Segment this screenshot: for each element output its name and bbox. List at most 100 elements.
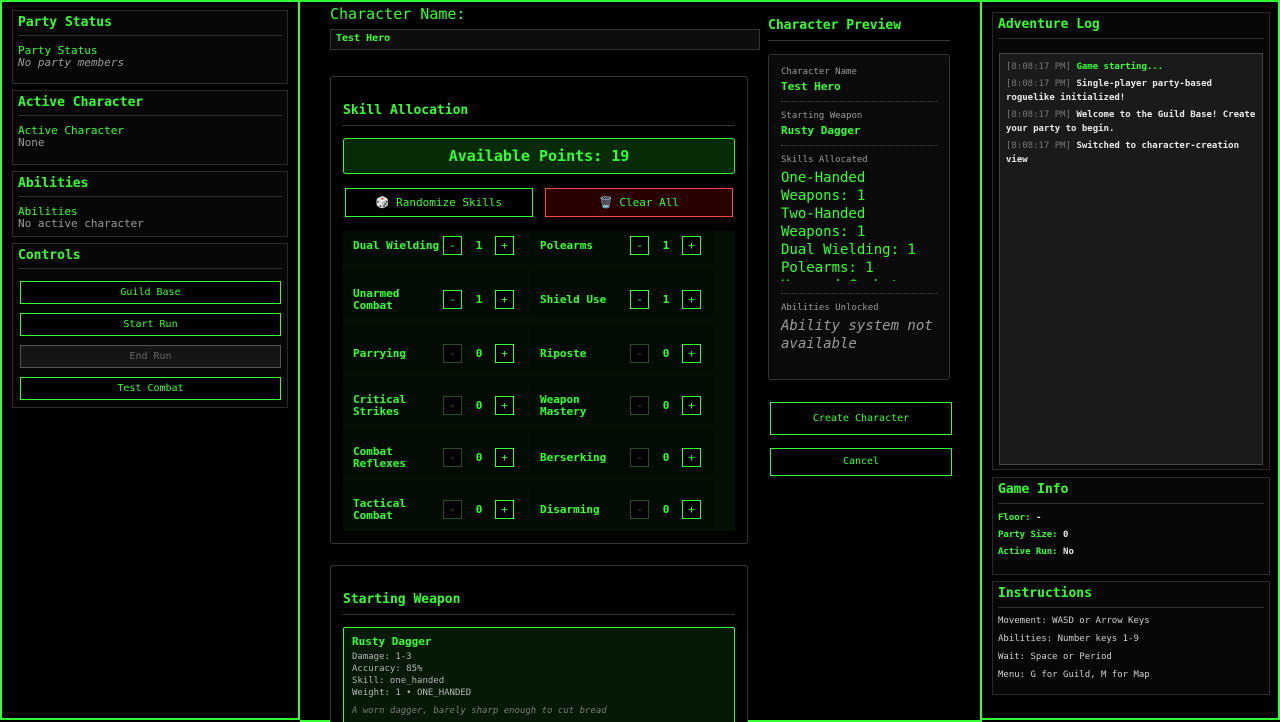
adventure-log-title: Adventure Log [998,17,1264,39]
weapon-card[interactable]: Rusty Dagger Damage: 1-3 Accuracy: 85% S… [343,627,735,722]
skill-value: 0 [662,503,670,516]
preview-name-label: Character Name [781,67,857,77]
skill-decrement-button[interactable]: - [630,500,649,519]
divider [781,101,937,102]
log-entry: [8:08:17 PM] Game starting... [1006,60,1256,74]
skill-decrement-button[interactable]: - [443,500,462,519]
skill-decrement-button[interactable]: - [630,344,649,363]
skill-decrement-button[interactable]: - [630,236,649,255]
divider [343,614,735,615]
active-character-value: None [18,136,45,149]
skill-decrement-button[interactable]: - [443,290,462,309]
divider [768,40,950,41]
skill-value: 0 [662,347,670,360]
instruction-abilities: Abilities: Number keys 1-9 [998,634,1139,644]
skill-row: Dual Wielding -1 + [343,231,527,263]
party-size-label: Party Size: [998,530,1058,540]
skill-row: Berserking -0 + [530,429,714,475]
log-message: Game starting... [1076,62,1164,72]
skill-name: Dual Wielding [353,239,440,252]
end-run-button[interactable]: End Run [20,345,281,368]
skill-value: 0 [662,399,670,412]
game-info-box: Game Info Floor: - Party Size: 0 Active … [992,477,1270,575]
preview-skill-item: Two-Handed Weapons: 1 [781,206,866,240]
weapon-name: Rusty Dagger [352,635,432,648]
create-character-button[interactable]: Create Character [770,402,952,435]
skill-decrement-button[interactable]: - [630,448,649,467]
skill-decrement-button[interactable]: - [443,448,462,467]
character-name-input[interactable]: Test Hero [330,29,760,50]
preview-name-value: Test Hero [781,80,841,93]
skill-value: 0 [475,399,483,412]
skill-increment-button[interactable]: + [682,290,701,309]
skill-row: Tactical Combat -0 + [343,481,527,527]
skill-value: 1 [475,239,483,252]
character-preview-title: Character Preview [768,18,902,33]
preview-abilities-value: Ability system not available [781,318,933,352]
skill-value: 1 [662,239,670,252]
skill-name: Tactical Combat [353,497,406,522]
preview-skill-item: Polearms: 1 [781,260,874,276]
skill-decrement-button[interactable]: - [630,396,649,415]
preview-abilities-label: Abilities Unlocked [781,303,879,313]
skill-value: 0 [475,503,483,516]
log-timestamp: [8:08:17 PM] [1006,141,1072,151]
skill-increment-button[interactable]: + [682,344,701,363]
instructions-title: Instructions [998,586,1264,608]
randomize-skills-button[interactable]: 🎲 Randomize Skills [345,188,533,217]
skill-increment-button[interactable]: + [495,500,514,519]
abilities-box: Abilities Abilities No active character [12,171,288,237]
clear-all-button[interactable]: 🗑️ Clear All [545,188,733,217]
skill-value: 1 [662,293,670,306]
skill-increment-button[interactable]: + [495,448,514,467]
weapon-damage: Damage: 1-3 [352,652,412,662]
character-preview-box: Character Name Test Hero Starting Weapon… [768,54,950,380]
test-combat-button[interactable]: Test Combat [20,377,281,400]
guild-base-button[interactable]: Guild Base [20,281,281,304]
skill-name: Weapon Mastery [540,393,587,418]
weapon-skill: Skill: one_handed [352,676,445,686]
skill-increment-button[interactable]: + [495,396,514,415]
skill-increment-button[interactable]: + [682,500,701,519]
active-character-label: Active Character [18,124,124,137]
log-entry: [8:08:17 PM] Single-player party-based r… [1006,77,1256,105]
start-run-button[interactable]: Start Run [20,313,281,336]
divider [781,293,937,294]
preview-skill-item: One-Handed Weapons: 1 [781,170,866,204]
skill-increment-button[interactable]: + [682,396,701,415]
skill-decrement-button[interactable]: - [443,344,462,363]
divider [343,125,735,126]
party-size-value: 0 [1063,530,1069,540]
skill-increment-button[interactable]: + [495,236,514,255]
party-size-info: Party Size: 0 [998,530,1264,540]
skill-name: Berserking [540,451,607,464]
game-info-title: Game Info [998,482,1264,504]
log-timestamp: [8:08:17 PM] [1006,62,1072,72]
skill-decrement-button[interactable]: - [630,290,649,309]
log-timestamp: [8:08:17 PM] [1006,79,1072,89]
adventure-log-area[interactable]: [8:08:17 PM] Game starting... [8:08:17 PM… [999,53,1263,465]
skill-increment-button[interactable]: + [682,448,701,467]
skill-increment-button[interactable]: + [682,236,701,255]
left-sidebar: Party Status Party Status No party membe… [0,0,300,720]
skill-grid: Dual Wielding -1 + Polearms -1 + Unarmed Comba… [343,231,735,531]
instruction-movement: Movement: WASD or Arrow Keys [998,616,1150,626]
skill-name: Shield Use [540,293,607,306]
skill-value: 1 [475,293,483,306]
skill-increment-button[interactable]: + [495,290,514,309]
skill-increment-button[interactable]: + [495,344,514,363]
skill-row: Unarmed Combat -1 + [343,271,527,317]
preview-weapon-value: Rusty Dagger [781,124,861,137]
cancel-button[interactable]: Cancel [770,448,952,476]
skill-decrement-button[interactable]: - [443,236,462,255]
adventure-log-box: Adventure Log [8:08:17 PM] Game starting… [992,12,1270,470]
preview-skills-list: One-Handed Weapons: 1 Two-Handed Weapons:… [781,169,937,281]
party-status-value: No party members [18,56,124,69]
available-points-display: Available Points: 19 [343,138,735,174]
instructions-box: Instructions Movement: WASD or Arrow Key… [992,581,1270,695]
controls-title: Controls [18,248,282,269]
starting-weapon-panel: Starting Weapon Rusty Dagger Damage: 1-3… [330,565,748,722]
skill-decrement-button[interactable]: - [443,396,462,415]
preview-weapon-label: Starting Weapon [781,111,863,121]
party-status-box: Party Status Party Status No party membe… [12,10,288,84]
